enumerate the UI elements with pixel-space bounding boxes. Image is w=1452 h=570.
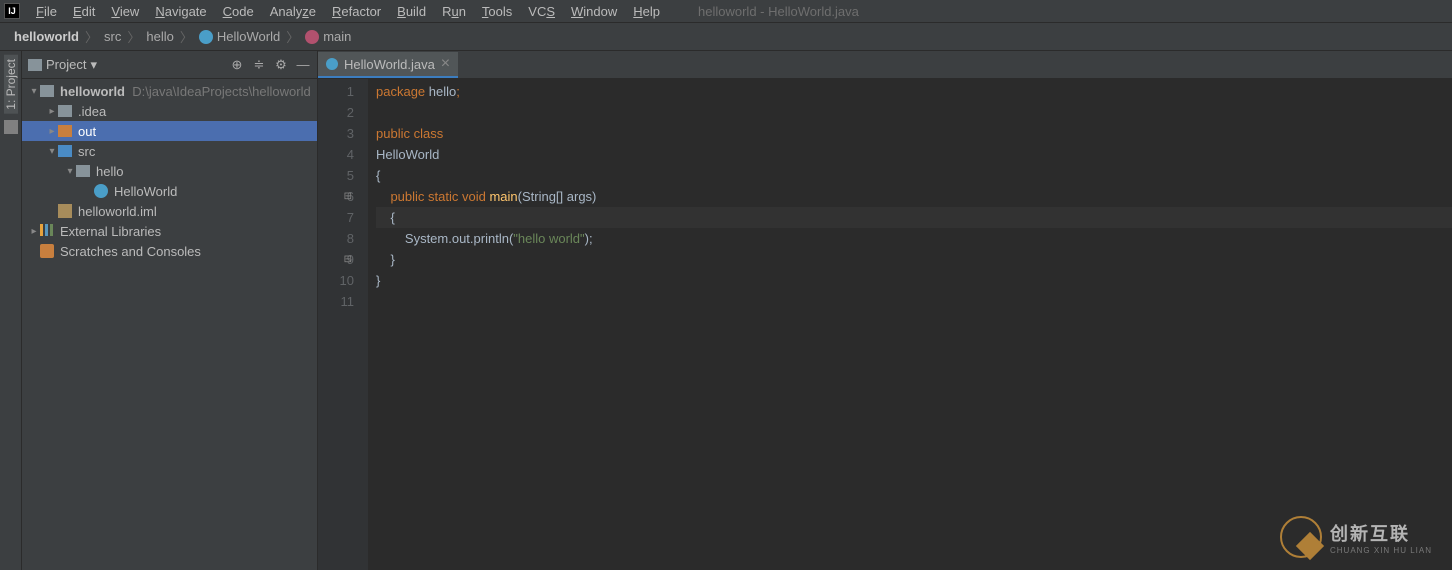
watermark-icon <box>1280 516 1322 558</box>
menu-code[interactable]: Code <box>215 1 262 22</box>
iml-file-icon <box>58 204 72 218</box>
fold-icon[interactable]: ⊟ <box>344 186 352 207</box>
class-icon <box>199 30 213 44</box>
menu-view[interactable]: View <box>103 1 147 22</box>
tree-hello[interactable]: ▾hello <box>22 161 317 181</box>
tab-helloworld[interactable]: HelloWorld.java × <box>318 52 458 78</box>
folder-icon <box>40 85 54 97</box>
method-icon <box>305 30 319 44</box>
project-panel-header: Project ▾ ⊕ ≑ ⚙ — <box>22 51 317 79</box>
chevron-right-icon: 〉 <box>85 27 98 46</box>
hide-panel-icon[interactable]: — <box>295 57 311 73</box>
menu-window[interactable]: Window <box>563 1 625 22</box>
crumb-hello[interactable]: hello <box>142 29 177 44</box>
menu-edit[interactable]: Edit <box>65 1 103 22</box>
folder-icon <box>58 105 72 117</box>
menu-build[interactable]: Build <box>389 1 434 22</box>
menu-refactor[interactable]: Refactor <box>324 1 389 22</box>
editor-area: HelloWorld.java × 12345 6⊟ 78 9⊟ 1011 pa… <box>318 51 1452 570</box>
code-content[interactable]: package hello; public class HelloWorld {… <box>368 79 1452 570</box>
project-tool-button[interactable]: 1: Project <box>4 55 18 114</box>
left-toolbar: 1: Project <box>0 51 22 570</box>
folder-icon <box>58 145 72 157</box>
menu-vcs[interactable]: VCS <box>520 1 563 22</box>
gutter: 12345 6⊟ 78 9⊟ 1011 <box>318 79 368 570</box>
tab-label: HelloWorld.java <box>344 57 435 72</box>
tree-idea[interactable]: ▸.idea <box>22 101 317 121</box>
tree-out[interactable]: ▸out <box>22 121 317 141</box>
gear-icon[interactable]: ⚙ <box>273 57 289 73</box>
chevron-right-icon: 〉 <box>286 27 299 46</box>
library-icon <box>40 224 54 238</box>
folder-icon <box>28 59 42 71</box>
app-icon: IJ <box>4 3 20 19</box>
class-icon <box>94 184 108 198</box>
menu-tools[interactable]: Tools <box>474 1 520 22</box>
menu-bar: IJ File Edit View Navigate Code Analyze … <box>0 0 1452 23</box>
menu-analyze[interactable]: Analyze <box>262 1 324 22</box>
menu-help[interactable]: Help <box>625 1 668 22</box>
code-editor[interactable]: 12345 6⊟ 78 9⊟ 1011 package hello; publi… <box>318 79 1452 570</box>
close-tab-icon[interactable]: × <box>441 56 450 72</box>
class-icon <box>326 58 338 70</box>
structure-icon[interactable] <box>4 120 18 134</box>
scratch-icon <box>40 244 54 258</box>
menu-run[interactable]: Run <box>434 1 474 22</box>
tree-scratches[interactable]: Scratches and Consoles <box>22 241 317 261</box>
folder-icon <box>76 165 90 177</box>
chevron-right-icon: 〉 <box>180 27 193 46</box>
watermark-logo: 创新互联 CHUANG XIN HU LIAN <box>1280 516 1432 558</box>
tree-ext-libs[interactable]: ▸External Libraries <box>22 221 317 241</box>
tree-src[interactable]: ▾src <box>22 141 317 161</box>
crumb-project[interactable]: helloworld <box>10 29 83 44</box>
crumb-method[interactable]: main <box>301 29 355 44</box>
editor-tabs: HelloWorld.java × <box>318 51 1452 79</box>
scroll-from-source-icon[interactable]: ⊕ <box>229 57 245 73</box>
project-panel: Project ▾ ⊕ ≑ ⚙ — ▾helloworld D:\java\Id… <box>22 51 318 570</box>
folder-icon <box>58 125 72 137</box>
window-title: helloworld - HelloWorld.java <box>698 4 859 19</box>
menu-file[interactable]: File <box>28 1 65 22</box>
tree-iml[interactable]: helloworld.iml <box>22 201 317 221</box>
tree-helloworld-class[interactable]: HelloWorld <box>22 181 317 201</box>
project-panel-title[interactable]: Project ▾ <box>28 57 223 73</box>
fold-icon[interactable]: ⊟ <box>344 249 352 270</box>
tree-root[interactable]: ▾helloworld D:\java\IdeaProjects\hellowo… <box>22 81 317 101</box>
project-tree[interactable]: ▾helloworld D:\java\IdeaProjects\hellowo… <box>22 79 317 570</box>
menu-navigate[interactable]: Navigate <box>147 1 214 22</box>
chevron-right-icon: 〉 <box>127 27 140 46</box>
crumb-class[interactable]: HelloWorld <box>195 29 284 44</box>
collapse-all-icon[interactable]: ≑ <box>251 57 267 73</box>
crumb-src[interactable]: src <box>100 29 125 44</box>
breadcrumb: helloworld 〉 src 〉 hello 〉 HelloWorld 〉 … <box>0 23 1452 51</box>
